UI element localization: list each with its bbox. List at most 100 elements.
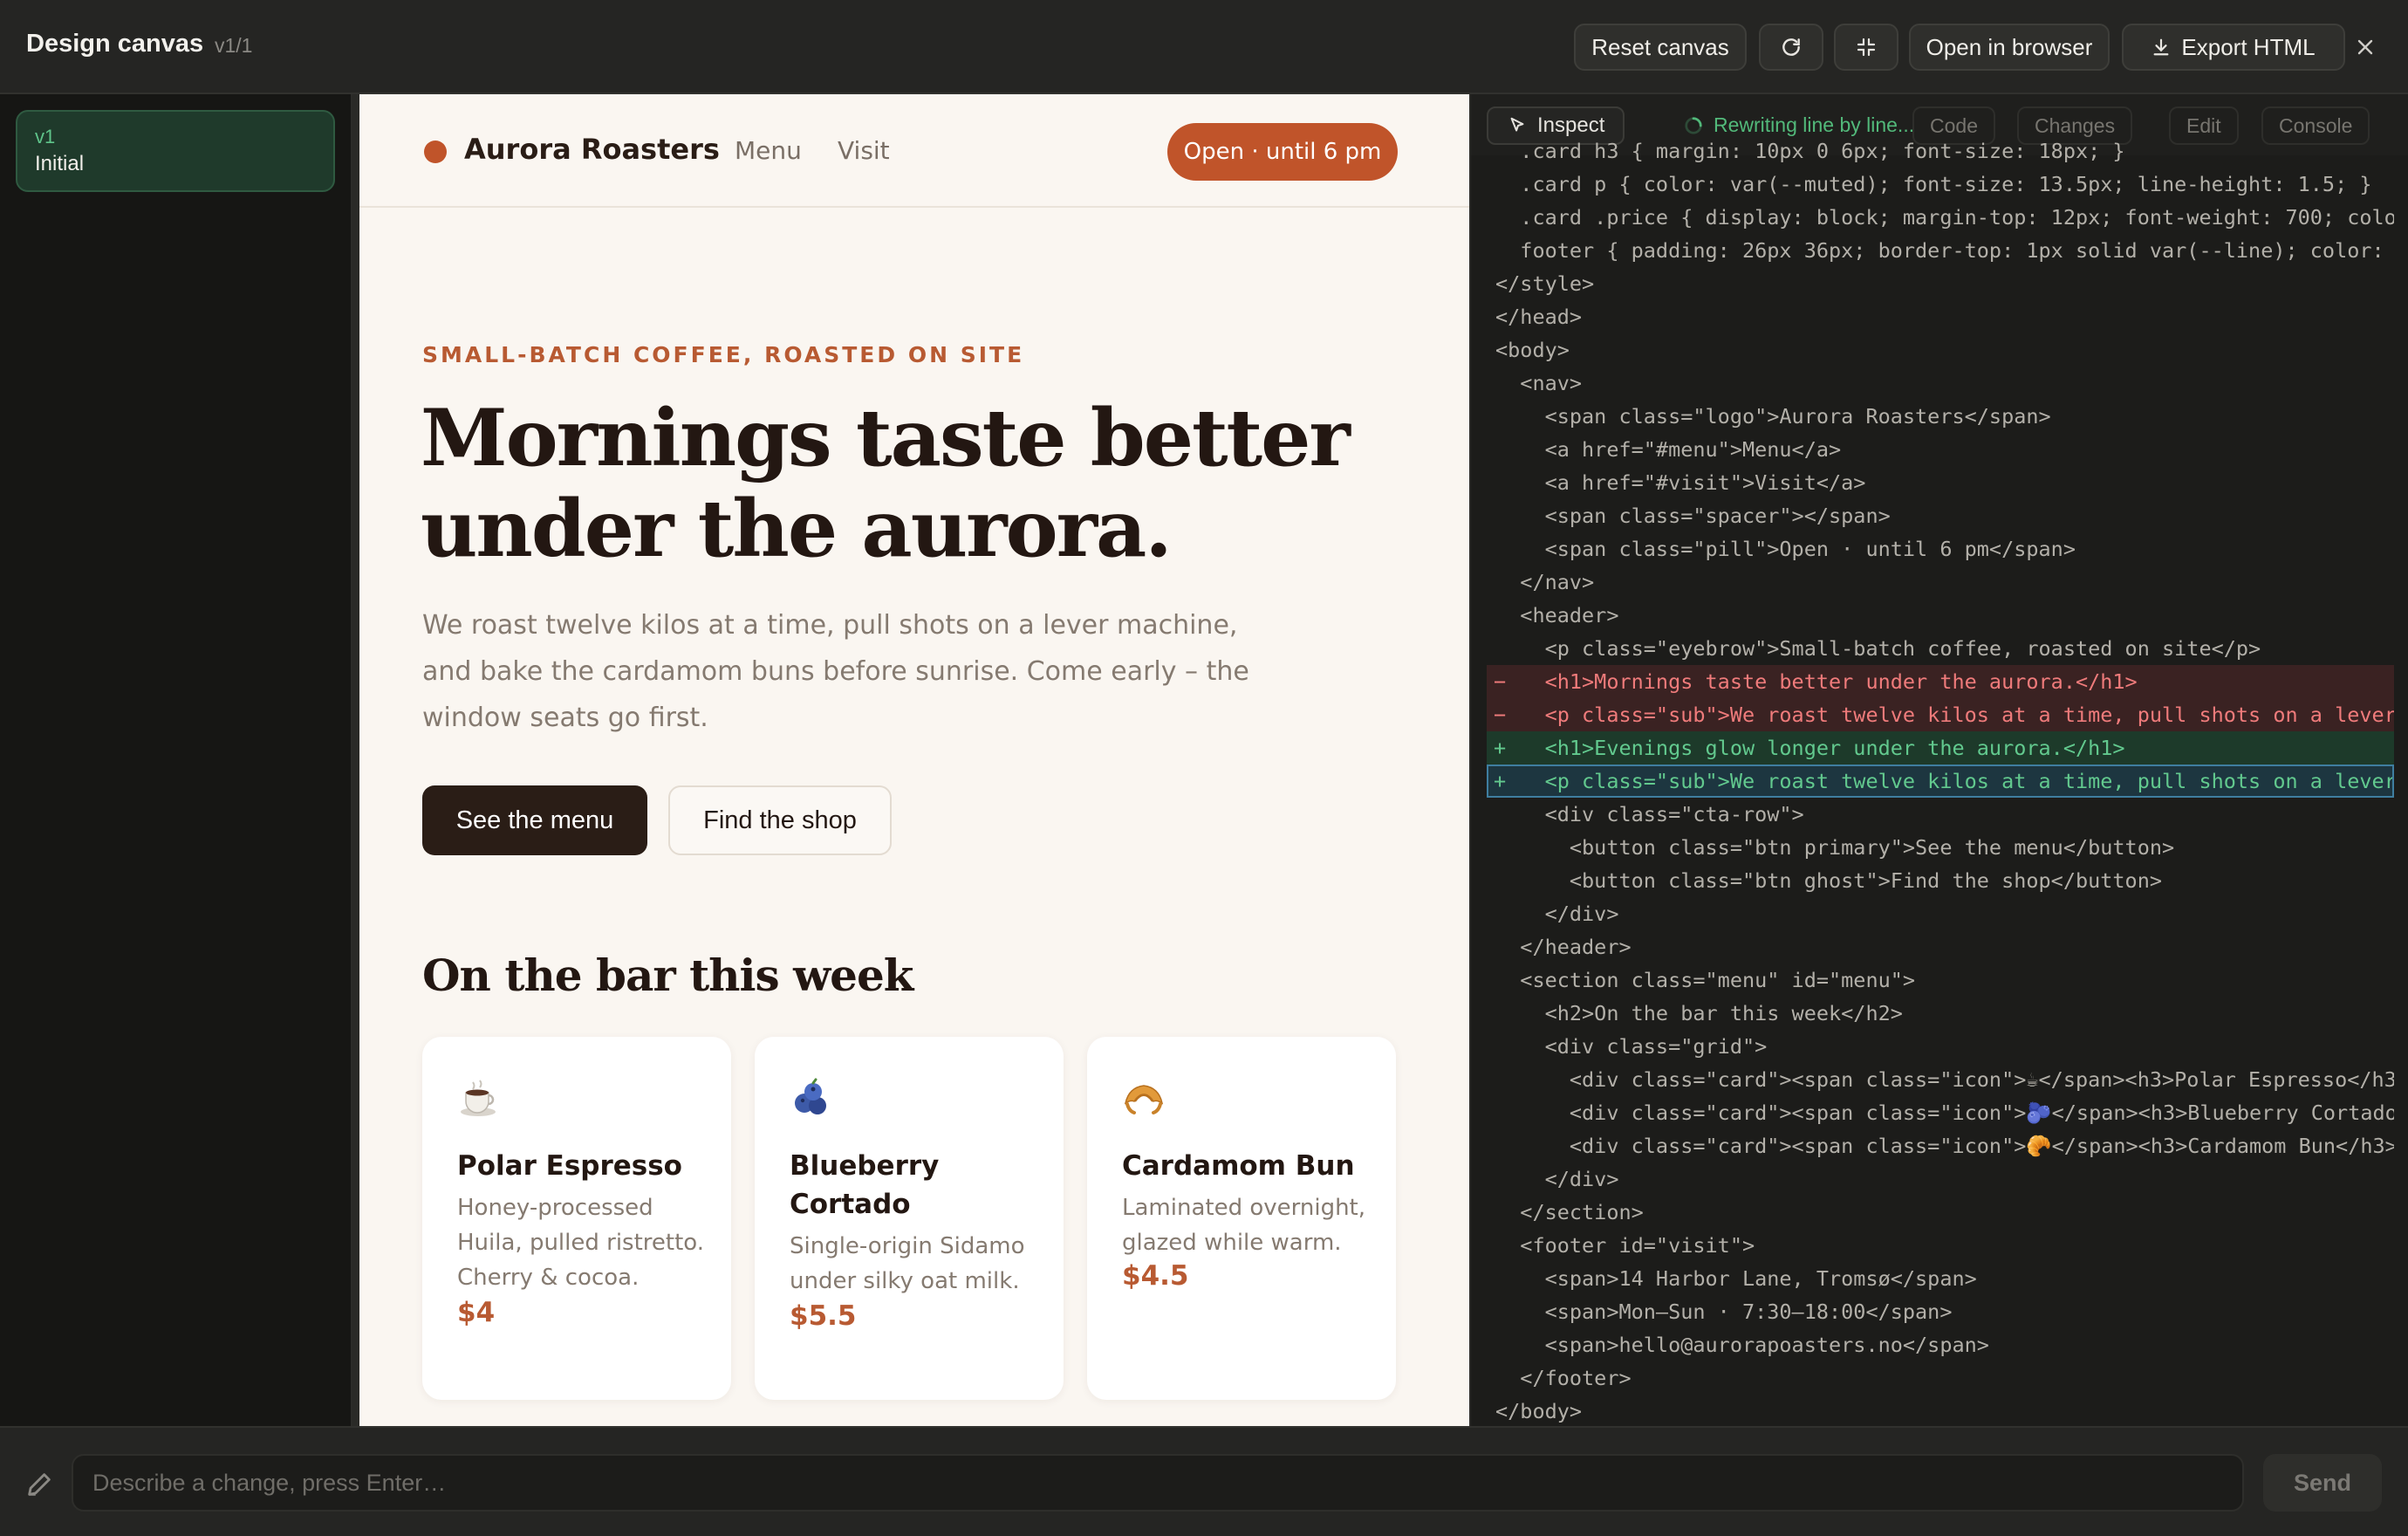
code-line[interactable]: </style> [1487,267,2394,300]
card-price: $5.5 [790,1300,857,1332]
code-line[interactable]: <h2>On the bar this week</h2> [1487,997,2394,1030]
menu-card: Polar Espresso Honey-processed Huila, pu… [422,1037,731,1400]
version-sidebar: v1 Initial [0,94,352,1426]
code-line-text: </nav> [1495,570,1595,594]
close-icon [2357,39,2373,55]
code-line[interactable]: </nav> [1487,566,2394,599]
open-hours-pill: Open · until 6 pm [1167,123,1398,181]
code-line[interactable]: </head> [1487,300,2394,333]
code-line[interactable]: − <p class="sub">We roast twelve kilos a… [1487,698,2394,731]
code-line[interactable]: <a href="#visit">Visit</a> [1487,466,2394,499]
rewriting-status-label: Rewriting line by line... [1714,113,1915,136]
code-line-text: </body> [1495,1399,1583,1423]
code-line[interactable]: <button class="btn ghost">Find the shop<… [1487,864,2394,897]
code-line-text: </header> [1495,935,1632,959]
logo-dot [424,141,447,163]
code-line-text: <a href="#visit">Visit</a> [1495,470,1866,495]
code-line[interactable]: </div> [1487,1162,2394,1196]
app-title: Design canvas [26,30,204,58]
code-line[interactable]: <div class="grid"> [1487,1030,2394,1063]
code-line-text: <section class="menu" id="menu"> [1495,968,1916,992]
download-icon [2153,38,2169,56]
code-line[interactable]: <span class="pill">Open · until 6 pm</sp… [1487,532,2394,566]
code-line[interactable]: + <h1>Evenings glow longer under the aur… [1487,731,2394,765]
code-line[interactable]: <span>14 Harbor Lane, Tromsø</span> [1487,1262,2394,1295]
code-line-text: </style> [1495,271,1595,296]
code-line[interactable]: + <p class="sub">We roast twelve kilos a… [1487,765,2394,798]
code-line[interactable]: <p class="eyebrow">Small-batch coffee, r… [1487,632,2394,665]
code-line[interactable]: </footer> [1487,1361,2394,1395]
rewriting-status: Rewriting line by line... [1684,113,1914,137]
code-line[interactable]: − <h1>Mornings taste better under the au… [1487,665,2394,698]
code-line[interactable]: <span class="spacer"></span> [1487,499,2394,532]
code-line-text: <span>hello@aurorароasters.no</span> [1495,1333,1989,1357]
code-line[interactable]: <a href="#menu">Menu</a> [1487,433,2394,466]
version-badge: v1/1 [215,34,253,57]
code-line[interactable]: <section class="menu" id="menu"> [1487,963,2394,997]
code-line-text: <h1>Evenings glow longer under the auror… [1495,736,2125,760]
nav-link-visit[interactable]: Visit [838,136,890,165]
code-line[interactable]: <nav> [1487,367,2394,400]
code-line-text: <nav> [1495,371,1583,395]
code-line[interactable]: <header> [1487,599,2394,632]
code-line[interactable]: footer { padding: 26px 36px; border-top:… [1487,234,2394,267]
removed-line-marker: − [1494,669,1507,694]
code-line[interactable]: .card h3 { margin: 10px 0 6px; font-size… [1487,134,2394,168]
code-line-text: <span>14 Harbor Lane, Tromsø</span> [1495,1266,1977,1291]
code-line[interactable]: .card p { color: var(--muted); font-size… [1487,168,2394,201]
open-in-browser-label: Open in browser [1926,33,2093,60]
code-editor[interactable]: .card h3 { margin: 10px 0 6px; font-size… [1471,139,2408,1426]
site-logo[interactable]: Aurora Roasters [464,133,720,166]
code-line-text: <button class="btn ghost">Find the shop<… [1495,868,2163,893]
code-line[interactable]: <span>Mon–Sun · 7:30–18:00</span> [1487,1295,2394,1328]
menu-card: Cardamom Bun Laminated overnight, glazed… [1087,1037,1396,1400]
see-menu-button[interactable]: See the menu [422,785,647,855]
prompt-bar: Send [0,1426,2408,1536]
code-line[interactable]: </header> [1487,930,2394,963]
reset-canvas-label: Reset canvas [1591,33,1729,60]
card-price: $4 [457,1297,496,1328]
export-html-button[interactable]: Export HTML [2122,24,2345,71]
code-line-text: <header> [1495,603,1619,627]
code-line-text: <body> [1495,338,1570,362]
code-line[interactable]: <footer id="visit"> [1487,1229,2394,1262]
refresh-button[interactable] [1759,24,1823,71]
code-line[interactable]: <button class="btn primary">See the menu… [1487,831,2394,864]
code-panel: Inspect Rewriting line by line... Code C… [1471,94,2408,1426]
code-line-text: </div> [1495,902,1619,926]
code-line[interactable]: <span>hello@aurorароasters.no</span> [1487,1328,2394,1361]
version-item[interactable]: v1 Initial [16,110,335,192]
code-line-text: <div class="cta-row"> [1495,802,1804,826]
hero-subtitle: We roast twelve kilos at a time, pull sh… [422,610,1249,733]
code-line[interactable]: <div class="card"><span class="icon">🥐</… [1487,1129,2394,1162]
code-line[interactable]: <div class="cta-row"> [1487,798,2394,831]
sidebar-resize-handle[interactable] [352,94,359,1426]
removed-line-marker: − [1494,703,1507,727]
code-line[interactable]: <span class="logo">Aurora Roasters</span… [1487,400,2394,433]
code-line-text: <span>Mon–Sun · 7:30–18:00</span> [1495,1299,1953,1324]
open-in-browser-button[interactable]: Open in browser [1909,24,2110,71]
code-line-text: <span class="logo">Aurora Roasters</span… [1495,404,2051,429]
code-line[interactable]: </div> [1487,897,2394,930]
close-button[interactable] [2342,24,2389,71]
collapse-button[interactable] [1834,24,1898,71]
code-line-text: .card p { color: var(--muted); font-size… [1495,172,2372,196]
nav-link-menu[interactable]: Menu [735,136,802,165]
canvas-preview: Aurora Roasters Menu Visit Open · until … [359,94,1469,1426]
cursor-icon [1510,117,1524,132]
code-line[interactable]: <div class="card"><span class="icon">☕</… [1487,1063,2394,1096]
code-line-text: <p class="sub">We roast twelve kilos at … [1544,769,2394,793]
send-button[interactable]: Send [2263,1454,2382,1512]
code-line[interactable]: .card .price { display: block; margin-to… [1487,201,2394,234]
code-line[interactable]: <div class="card"><span class="icon">🫐</… [1487,1096,2394,1129]
code-line-text: <div class="card"><span class="icon">🥐</… [1495,1134,2394,1158]
card-description: Laminated overnight, glazed while warm. [1122,1195,1366,1256]
code-line[interactable]: <body> [1487,333,2394,367]
code-line-text: <div class="card"><span class="icon">☕</… [1495,1067,2394,1092]
reset-canvas-button[interactable]: Reset canvas [1574,24,1747,71]
code-line[interactable]: </section> [1487,1196,2394,1229]
prompt-input[interactable] [72,1454,2244,1512]
code-line[interactable]: </body> [1487,1395,2394,1426]
card-price: $4.5 [1122,1260,1189,1292]
find-shop-button[interactable]: Find the shop [668,785,892,855]
